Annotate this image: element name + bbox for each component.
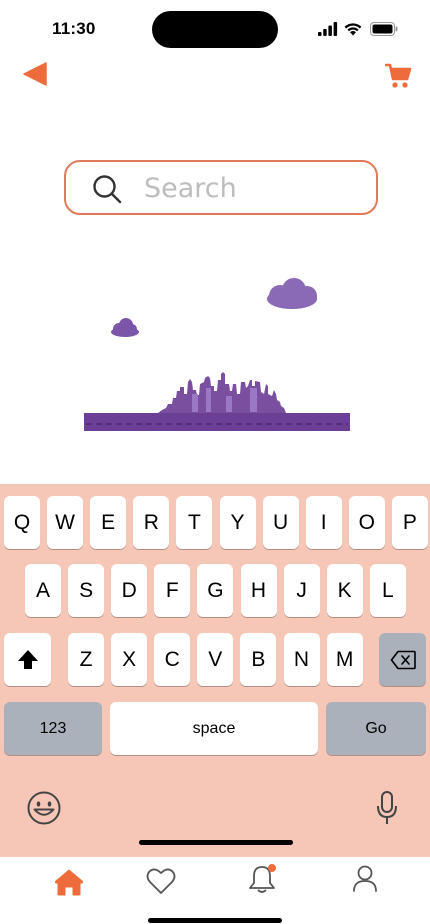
city-skyline-illustration [84, 278, 350, 431]
key-f[interactable]: F [154, 564, 191, 617]
backspace-key[interactable] [379, 633, 426, 686]
home-indicator [148, 918, 282, 923]
battery-icon [370, 22, 398, 36]
tab-favorites[interactable] [144, 864, 178, 898]
key-c[interactable]: C [154, 633, 191, 686]
key-m[interactable]: M [326, 633, 363, 686]
key-a[interactable]: A [25, 564, 61, 617]
wifi-icon [344, 23, 362, 36]
key-k[interactable]: K [326, 564, 363, 617]
keyboard-home-bar [139, 840, 293, 845]
bell-icon [249, 864, 276, 893]
key-n[interactable]: N [283, 633, 320, 686]
cellular-signal-icon [318, 22, 338, 36]
dynamic-island [152, 11, 278, 48]
key-h[interactable]: H [240, 564, 277, 617]
status-bar: 11:30 [0, 0, 430, 56]
key-g[interactable]: G [197, 564, 234, 617]
tab-home[interactable] [52, 865, 86, 899]
key-z[interactable]: Z [68, 633, 104, 686]
cart-button[interactable] [384, 62, 413, 90]
cloud-small-icon [111, 318, 139, 337]
key-d[interactable]: D [111, 564, 148, 617]
back-arrow-icon [23, 62, 47, 86]
search-input[interactable] [144, 170, 364, 206]
cart-icon [384, 63, 412, 88]
key-w[interactable]: W [47, 496, 84, 549]
bottom-tab-bar [0, 857, 430, 924]
key-t[interactable]: T [176, 496, 213, 549]
key-b[interactable]: B [240, 633, 277, 686]
tab-notifications[interactable] [246, 862, 280, 896]
shift-icon [17, 649, 38, 669]
key-i[interactable]: I [305, 496, 342, 549]
user-icon [353, 865, 377, 892]
key-o[interactable]: O [348, 496, 385, 549]
backspace-icon [390, 650, 416, 669]
key-x[interactable]: X [111, 633, 148, 686]
tab-profile[interactable] [348, 862, 382, 896]
key-u[interactable]: U [262, 496, 299, 549]
search-icon [93, 175, 122, 204]
go-key[interactable]: Go [326, 702, 426, 755]
key-e[interactable]: E [90, 496, 127, 549]
numbers-key[interactable]: 123 [4, 702, 102, 755]
key-r[interactable]: R [133, 496, 170, 549]
emoji-icon[interactable] [26, 790, 62, 826]
cloud-large-icon [267, 278, 317, 309]
back-button[interactable] [22, 60, 50, 88]
key-y[interactable]: Y [219, 496, 256, 549]
key-v[interactable]: V [197, 633, 234, 686]
status-time: 11:30 [52, 19, 96, 38]
on-screen-keyboard: QWERTYUIOP ASDFGHJKL ZXCVBNM 123 space G… [0, 484, 430, 857]
key-l[interactable]: L [369, 564, 406, 617]
space-key[interactable]: space [110, 702, 318, 755]
search-bar[interactable] [64, 160, 378, 215]
key-q[interactable]: Q [4, 496, 40, 549]
home-icon [55, 869, 83, 896]
key-j[interactable]: J [283, 564, 320, 617]
key-p[interactable]: P [391, 496, 428, 549]
notification-badge [268, 864, 276, 872]
shift-key[interactable] [4, 633, 51, 686]
heart-icon [146, 868, 176, 894]
microphone-icon[interactable] [376, 790, 398, 826]
key-s[interactable]: S [68, 564, 105, 617]
